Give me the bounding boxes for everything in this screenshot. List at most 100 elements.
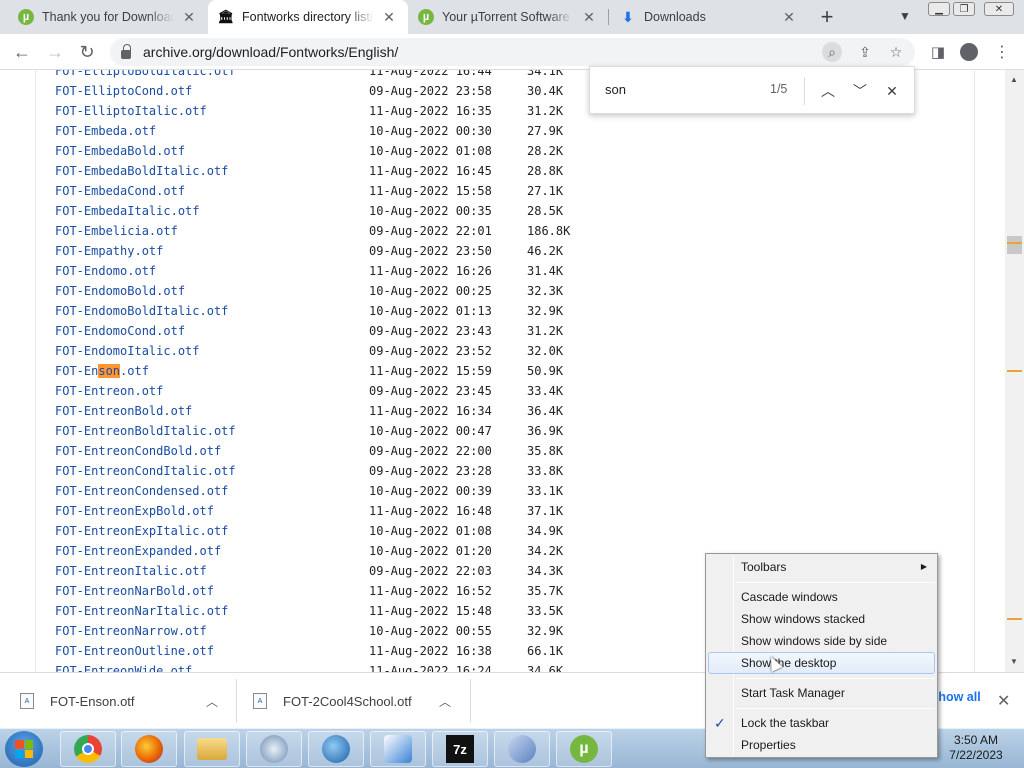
file-link[interactable]: FOT-EndomoCond.otf (55, 321, 185, 341)
file-link[interactable]: FOT-EmbedaItalic.otf (55, 201, 200, 221)
menu-item-start-task-manager[interactable]: Start Task Manager (708, 682, 935, 704)
file-link[interactable]: FOT-EntreonBold.otf (55, 401, 192, 421)
download-item[interactable]: A FOT-2Cool4School.otf ︿ (253, 673, 463, 729)
url-text[interactable]: archive.org/download/Fontworks/English/ (143, 44, 398, 60)
file-link[interactable]: FOT-EntreonExpBold.otf (55, 501, 214, 521)
tab-downloads[interactable]: ⬇ Downloads ✕ (610, 0, 808, 34)
menu-item-show-windows-side-by-side[interactable]: Show windows side by side (708, 630, 935, 652)
close-icon[interactable]: ✕ (997, 691, 1010, 711)
scroll-down-arrow[interactable]: ▼ (1010, 657, 1018, 666)
side-panel-icon[interactable]: ◨ (926, 40, 950, 64)
file-link[interactable]: FOT-EntreonCondItalic.otf (55, 461, 236, 481)
archive-icon: 🏛 (217, 9, 235, 25)
globe-taskbar-button[interactable] (308, 731, 364, 767)
divider (236, 679, 237, 723)
app-taskbar-button[interactable] (246, 731, 302, 767)
find-next-button[interactable]: ﹀ (848, 79, 872, 103)
start-button[interactable] (5, 731, 43, 767)
file-date: 10-Aug-2022 00:39 (369, 484, 492, 498)
menu-item-show-the-desktop[interactable]: Show the desktop (708, 652, 935, 674)
lock-icon[interactable] (121, 43, 131, 59)
file-size: 66.1K (527, 644, 564, 658)
download-item[interactable]: A FOT-Enson.otf ︿ (20, 673, 230, 729)
chevron-down-icon[interactable]: ▼ (895, 6, 915, 26)
tab-thank-you[interactable]: µ Thank you for Downloading ✕ (8, 0, 208, 34)
menu-item-show-windows-stacked[interactable]: Show windows stacked (708, 608, 935, 630)
minimize-button[interactable]: ▁ (928, 2, 950, 16)
explorer-taskbar-button[interactable] (184, 731, 240, 767)
file-link[interactable]: FOT-EntreonNarItalic.otf (55, 601, 228, 621)
tab-title: Thank you for Downloading (42, 10, 174, 24)
divider (804, 77, 805, 105)
firefox-taskbar-button[interactable] (121, 731, 177, 767)
back-button[interactable]: ← (10, 40, 34, 64)
find-icon[interactable]: ⌕ (822, 42, 842, 62)
scroll-up-arrow[interactable]: ▲ (1010, 75, 1018, 84)
file-link[interactable]: FOT-EmbedaBold.otf (55, 141, 185, 161)
tab-utorrent[interactable]: µ Your µTorrent Software is ✕ (408, 0, 608, 34)
close-icon[interactable]: ✕ (180, 8, 198, 26)
file-size: 31.2K (527, 324, 564, 338)
menu-kebab-icon[interactable]: ⋮ (990, 40, 1014, 64)
file-link[interactable]: FOT-EntreonNarrow.otf (55, 621, 207, 641)
scrollbar[interactable]: ▲ ▼ (1005, 70, 1024, 672)
file-link[interactable]: FOT-EndomoBold.otf (55, 281, 185, 301)
file-link[interactable]: FOT-EntreonExpanded.otf (55, 541, 221, 561)
file-link[interactable]: FOT-EntreonExpItalic.otf (55, 521, 228, 541)
find-input[interactable]: son (605, 82, 626, 97)
file-link[interactable]: FOT-EmbedaCond.otf (55, 181, 185, 201)
menu-item-cascade-windows[interactable]: Cascade windows (708, 586, 935, 608)
chrome-taskbar-button[interactable] (60, 731, 116, 767)
file-link[interactable]: FOT-ElliptoCond.otf (55, 81, 192, 101)
address-bar[interactable]: archive.org/download/Fontworks/English/ … (110, 38, 915, 66)
file-link[interactable]: FOT-EndomoBoldItalic.otf (55, 301, 228, 321)
file-size: 186.8K (527, 224, 571, 238)
file-link[interactable]: FOT-Enson.otf (55, 361, 149, 381)
file-link[interactable]: FOT-Embelicia.otf (55, 221, 178, 241)
close-icon[interactable]: ✕ (780, 8, 798, 26)
file-link[interactable]: FOT-EmbedaBoldItalic.otf (55, 161, 228, 181)
file-link[interactable]: FOT-EntreonItalic.otf (55, 561, 207, 581)
file-date: 10-Aug-2022 00:35 (369, 204, 492, 218)
chevron-up-icon[interactable]: ︿ (439, 693, 451, 710)
new-tab-button[interactable]: + (815, 4, 839, 29)
file-link[interactable]: FOT-Empathy.otf (55, 241, 163, 261)
utorrent-taskbar-button[interactable]: µ (556, 731, 612, 767)
file-date: 09-Aug-2022 23:58 (369, 84, 492, 98)
file-size: 36.4K (527, 404, 564, 418)
close-icon[interactable]: ✕ (580, 8, 598, 26)
forward-button[interactable]: → (43, 40, 67, 64)
restore-button[interactable]: ❐ (953, 2, 975, 16)
chevron-up-icon[interactable]: ︿ (206, 693, 218, 710)
file-link[interactable]: FOT-ElliptoBoldItalic.otf (55, 70, 236, 81)
system-clock[interactable]: 3:50 AM 7/22/2023 (938, 733, 1014, 763)
menu-item-toolbars[interactable]: Toolbars ▶ (708, 556, 935, 578)
file-link[interactable]: FOT-Endomo.otf (55, 261, 156, 281)
menu-item-properties[interactable]: Properties (708, 734, 935, 756)
tab-fontworks[interactable]: 🏛 Fontworks directory listing ✕ (208, 0, 408, 34)
profile-avatar-icon[interactable] (957, 40, 981, 64)
bookmark-star-icon[interactable]: ☆ (886, 42, 906, 62)
7zip-taskbar-button[interactable]: 7z (432, 731, 488, 767)
reload-button[interactable]: ↻ (75, 40, 99, 64)
file-link[interactable]: FOT-EntreonBoldItalic.otf (55, 421, 236, 441)
app2-taskbar-button[interactable] (494, 731, 550, 767)
share-icon[interactable]: ⇪ (855, 42, 875, 62)
close-icon[interactable]: ✕ (380, 8, 398, 26)
menu-item-lock-the-taskbar[interactable]: ✓ Lock the taskbar (708, 712, 935, 734)
scrollbar-thumb[interactable] (1007, 236, 1022, 254)
window-close-button[interactable]: ✕ (984, 2, 1014, 16)
feather-taskbar-button[interactable] (370, 731, 426, 767)
taskbar-context-menu: Toolbars ▶ Cascade windows Show windows … (705, 553, 938, 758)
file-link[interactable]: FOT-EntreonCondensed.otf (55, 481, 228, 501)
find-previous-button[interactable]: ︿ (816, 79, 840, 103)
file-link[interactable]: FOT-EntreonNarBold.otf (55, 581, 214, 601)
file-link[interactable]: FOT-EndomoItalic.otf (55, 341, 200, 361)
file-link[interactable]: FOT-Entreon.otf (55, 381, 163, 401)
file-link[interactable]: FOT-ElliptoItalic.otf (55, 101, 207, 121)
file-link[interactable]: FOT-EntreonOutline.otf (55, 641, 214, 661)
file-link[interactable]: FOT-Embeda.otf (55, 121, 156, 141)
file-link[interactable]: FOT-EntreonWide.otf (55, 661, 192, 672)
file-link[interactable]: FOT-EntreonCondBold.otf (55, 441, 221, 461)
find-close-button[interactable]: ✕ (880, 79, 904, 103)
